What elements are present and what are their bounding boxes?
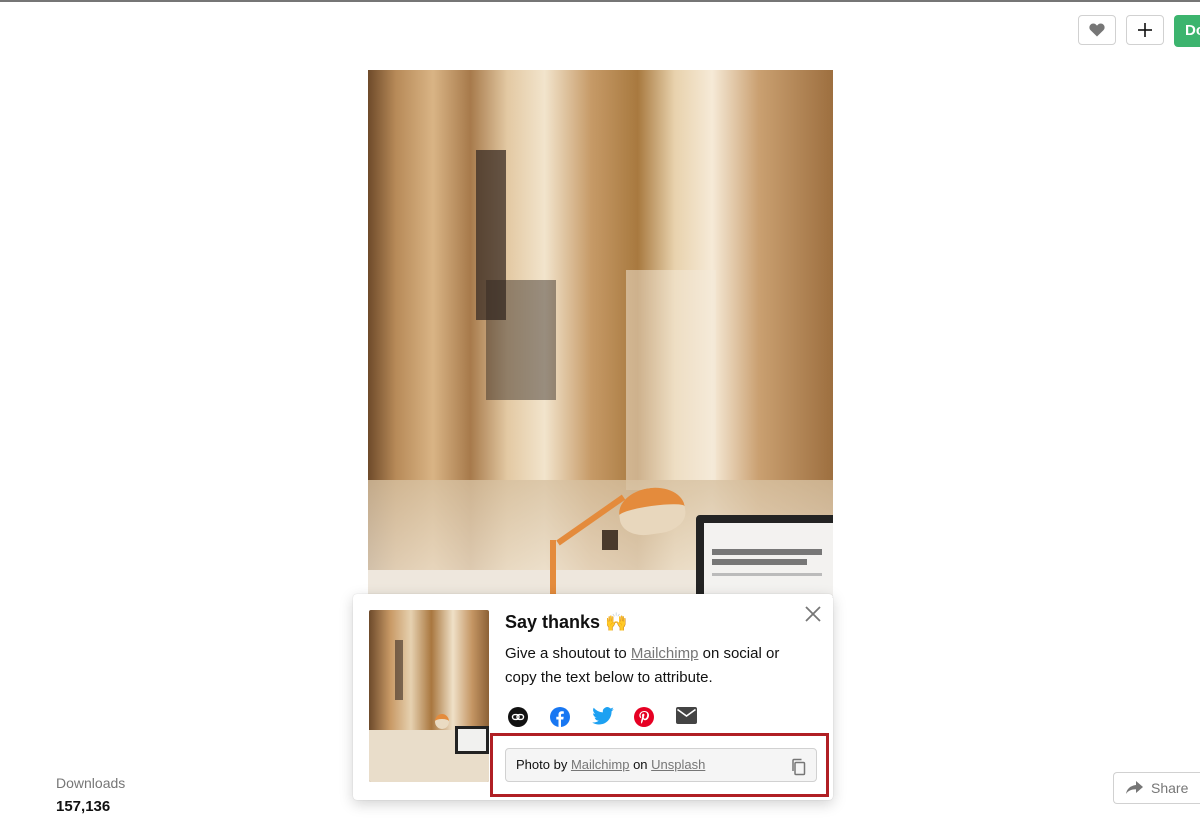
dialog-title-text: Say thanks [505,612,601,632]
facebook-icon [550,707,570,727]
pinterest-share[interactable] [634,707,676,729]
downloads-label: Downloads [56,775,126,791]
download-button[interactable]: Do [1174,15,1200,47]
heart-icon [1089,23,1105,37]
twitter-icon [592,707,614,725]
monitor-headline-line1 [712,549,822,555]
thumb-monitor [455,726,489,754]
share-icons-row [508,707,718,729]
close-button[interactable] [803,604,823,624]
facebook-share[interactable] [550,707,592,729]
photo-monitor [696,515,833,600]
attribution-text-field[interactable]: Photo by Mailchimp on Unsplash [505,748,817,782]
email-share[interactable] [676,707,718,729]
dialog-description: Give a shoutout to Mailchimp on social o… [505,642,805,690]
share-arrow-icon [1126,781,1143,794]
desc-before: Give a shoutout to [505,645,631,662]
photo-shelf [602,530,618,550]
copy-attribution-button[interactable] [790,756,808,776]
share-button[interactable]: Share [1113,772,1200,804]
credit-middle: on [629,757,652,772]
photo-window-frame [486,280,556,400]
email-icon [676,707,697,724]
thumb-lamp [435,714,449,729]
author-link[interactable]: Mailchimp [631,645,699,662]
downloads-count: 157,136 [56,798,111,815]
photo-window-light [626,270,716,490]
credit-prefix: Photo by [516,757,571,772]
monitor-headline-line2 [712,559,807,565]
thumb-window [395,640,403,700]
share-label: Share [1151,780,1189,796]
like-button[interactable] [1078,15,1116,45]
photo-lamp-stand [550,540,556,600]
copy-icon [792,758,806,776]
main-photo[interactable] [368,70,833,600]
credit-site-link[interactable]: Unsplash [651,757,705,772]
add-to-collection-button[interactable] [1126,15,1164,45]
top-border [0,0,1200,2]
credit-author-link[interactable]: Mailchimp [571,757,630,772]
raising-hands-emoji: 🙌 [605,612,628,632]
pinterest-icon [634,707,654,727]
monitor-body-line [712,573,822,576]
link-icon [508,707,528,727]
plus-icon [1138,23,1152,37]
close-icon [805,606,821,622]
twitter-share[interactable] [592,707,634,729]
photo-thumbnail [369,610,489,782]
dialog-title: Say thanks 🙌 [505,612,627,633]
copy-link-share[interactable] [508,707,550,729]
